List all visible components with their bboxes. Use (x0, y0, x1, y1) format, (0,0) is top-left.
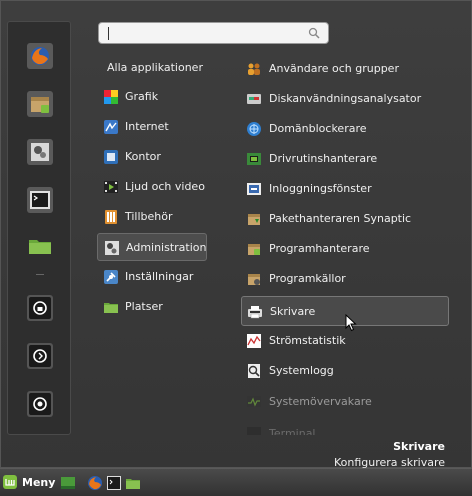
system-settings-icon[interactable] (27, 139, 53, 165)
category-label: Administration (126, 241, 207, 254)
category-office[interactable]: Kontor (97, 143, 207, 171)
category-label: Grafik (125, 90, 159, 103)
app-label: Strömstatistik (269, 334, 346, 347)
logout-icon[interactable] (27, 343, 53, 369)
app-label: Drivrutinshanterare (269, 152, 378, 165)
category-multimedia[interactable]: Ljud och video (97, 173, 207, 201)
system-log-icon (248, 364, 260, 378)
category-accessories[interactable]: Tillbehör (97, 203, 207, 231)
firefox-icon[interactable] (87, 475, 103, 491)
taskbar: Meny (0, 468, 472, 496)
menu-label: Meny (22, 476, 56, 489)
app-system-log[interactable]: Systemlogg (241, 356, 449, 386)
category-settings[interactable]: Inställningar (97, 263, 207, 291)
app-label: Programhanterare (269, 242, 370, 255)
favorites-separator (36, 274, 44, 275)
category-label: Inställningar (125, 270, 194, 283)
multimedia-icon (104, 181, 118, 193)
app-label: Domänblockerare (269, 122, 367, 135)
app-label: Skrivare (270, 305, 316, 318)
app-label: Pakethanteraren Synaptic (269, 212, 412, 225)
app-users-groups[interactable]: Användare och grupper (241, 54, 449, 84)
category-label: Ljud och video (125, 180, 205, 193)
search-icon[interactable] (308, 27, 320, 39)
app-label: Användare och grupper (269, 62, 399, 75)
app-software-manager[interactable]: Programhanterare (241, 234, 449, 264)
app-label: Diskanvändningsanalysator (269, 92, 422, 105)
graphics-icon (104, 90, 118, 104)
category-all-applications[interactable]: Alla applikationer (107, 61, 203, 74)
favorites-sidebar (7, 21, 71, 435)
app-login-window[interactable]: Inloggningsfönster (241, 174, 449, 204)
app-label: Systemövervakare (269, 395, 372, 408)
terminal-icon[interactable] (27, 187, 53, 213)
app-software-sources[interactable]: Programkällor (241, 264, 449, 294)
app-label: Terminal (269, 427, 316, 435)
app-terminal[interactable]: Terminal (241, 415, 449, 435)
category-administration[interactable]: Administration (97, 233, 207, 261)
search-box[interactable] (98, 22, 329, 44)
search-input[interactable] (105, 25, 305, 43)
category-places[interactable]: Platser (97, 293, 207, 321)
category-label: Kontor (125, 150, 161, 163)
category-label: Internet (125, 120, 169, 133)
show-desktop-icon[interactable] (60, 475, 76, 491)
firefox-icon[interactable] (27, 43, 53, 69)
mint-logo-icon (3, 475, 17, 489)
software-manager-icon (248, 244, 260, 255)
app-label: Inloggningsfönster (269, 182, 372, 195)
disk-usage-icon (247, 94, 261, 104)
internet-icon (104, 120, 118, 134)
app-synaptic[interactable]: Pakethanteraren Synaptic (241, 204, 449, 234)
administration-icon (105, 241, 119, 255)
users-groups-icon (248, 63, 260, 75)
app-label: Programkällor (269, 272, 346, 285)
system-monitor-icon (247, 396, 261, 407)
office-icon (104, 150, 118, 164)
app-driver-manager[interactable]: Drivrutinshanterare (241, 144, 449, 174)
shutdown-icon[interactable] (27, 391, 53, 417)
terminal-icon (247, 427, 261, 435)
power-statistics-icon (247, 334, 261, 348)
home-folder-icon[interactable] (27, 233, 53, 259)
category-label: Platser (125, 300, 163, 313)
app-system-monitor[interactable]: Systemövervakare (241, 387, 449, 417)
terminal-icon[interactable] (106, 475, 122, 491)
printer-icon (248, 306, 262, 319)
mouse-cursor-icon (345, 314, 357, 332)
application-menu: Alla applikationer Grafik Internet Konto… (0, 0, 472, 469)
app-label: Systemlogg (269, 364, 334, 377)
synaptic-icon (248, 214, 260, 225)
files-icon[interactable] (125, 475, 141, 491)
places-folder-icon (104, 303, 118, 313)
software-sources-icon (248, 274, 260, 285)
category-label: Tillbehör (125, 210, 173, 223)
app-domain-blocker[interactable]: Domänblockerare (241, 114, 449, 144)
selected-app-title: Skrivare (393, 440, 445, 453)
software-manager-icon[interactable] (27, 91, 53, 117)
app-disk-usage[interactable]: Diskanvändningsanalysator (241, 84, 449, 114)
domain-blocker-icon (247, 122, 261, 136)
settings-icon (104, 270, 118, 284)
driver-manager-icon (247, 153, 261, 165)
accessories-icon (105, 210, 117, 224)
category-internet[interactable]: Internet (97, 113, 207, 141)
login-window-icon (247, 183, 261, 195)
lock-screen-icon[interactable] (27, 295, 53, 321)
category-graphics[interactable]: Grafik (97, 83, 207, 111)
